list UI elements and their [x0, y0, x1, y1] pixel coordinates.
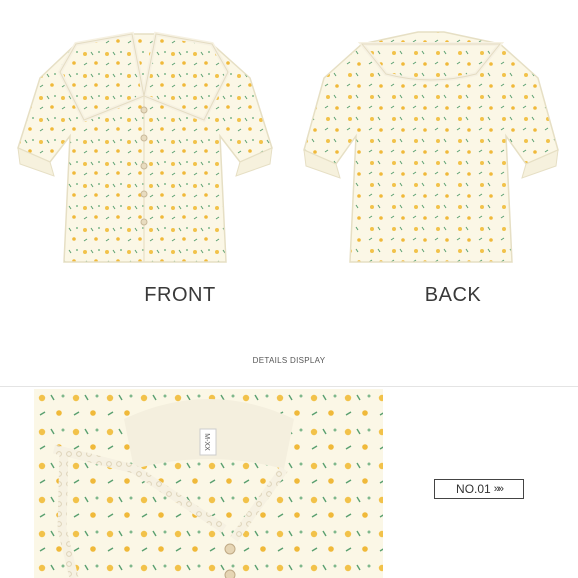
back-blouse-image: [303, 31, 559, 263]
front-caption: FRONT: [144, 284, 216, 306]
details-display-label: DETAILS DISPLAY: [252, 356, 326, 365]
back-caption: BACK: [424, 284, 482, 306]
badge-label: NO.01: [456, 482, 491, 496]
collar-detail-photo: M-XX: [34, 389, 383, 578]
chevrons-right-icon: »»: [493, 483, 504, 495]
size-tag-text: M-XX: [203, 433, 210, 451]
detail-number-badge: NO.01 »»: [434, 479, 524, 499]
collar-detail-illustration: M-XX: [34, 389, 383, 578]
front-blouse-image: [17, 31, 273, 263]
section-divider: [0, 386, 578, 387]
